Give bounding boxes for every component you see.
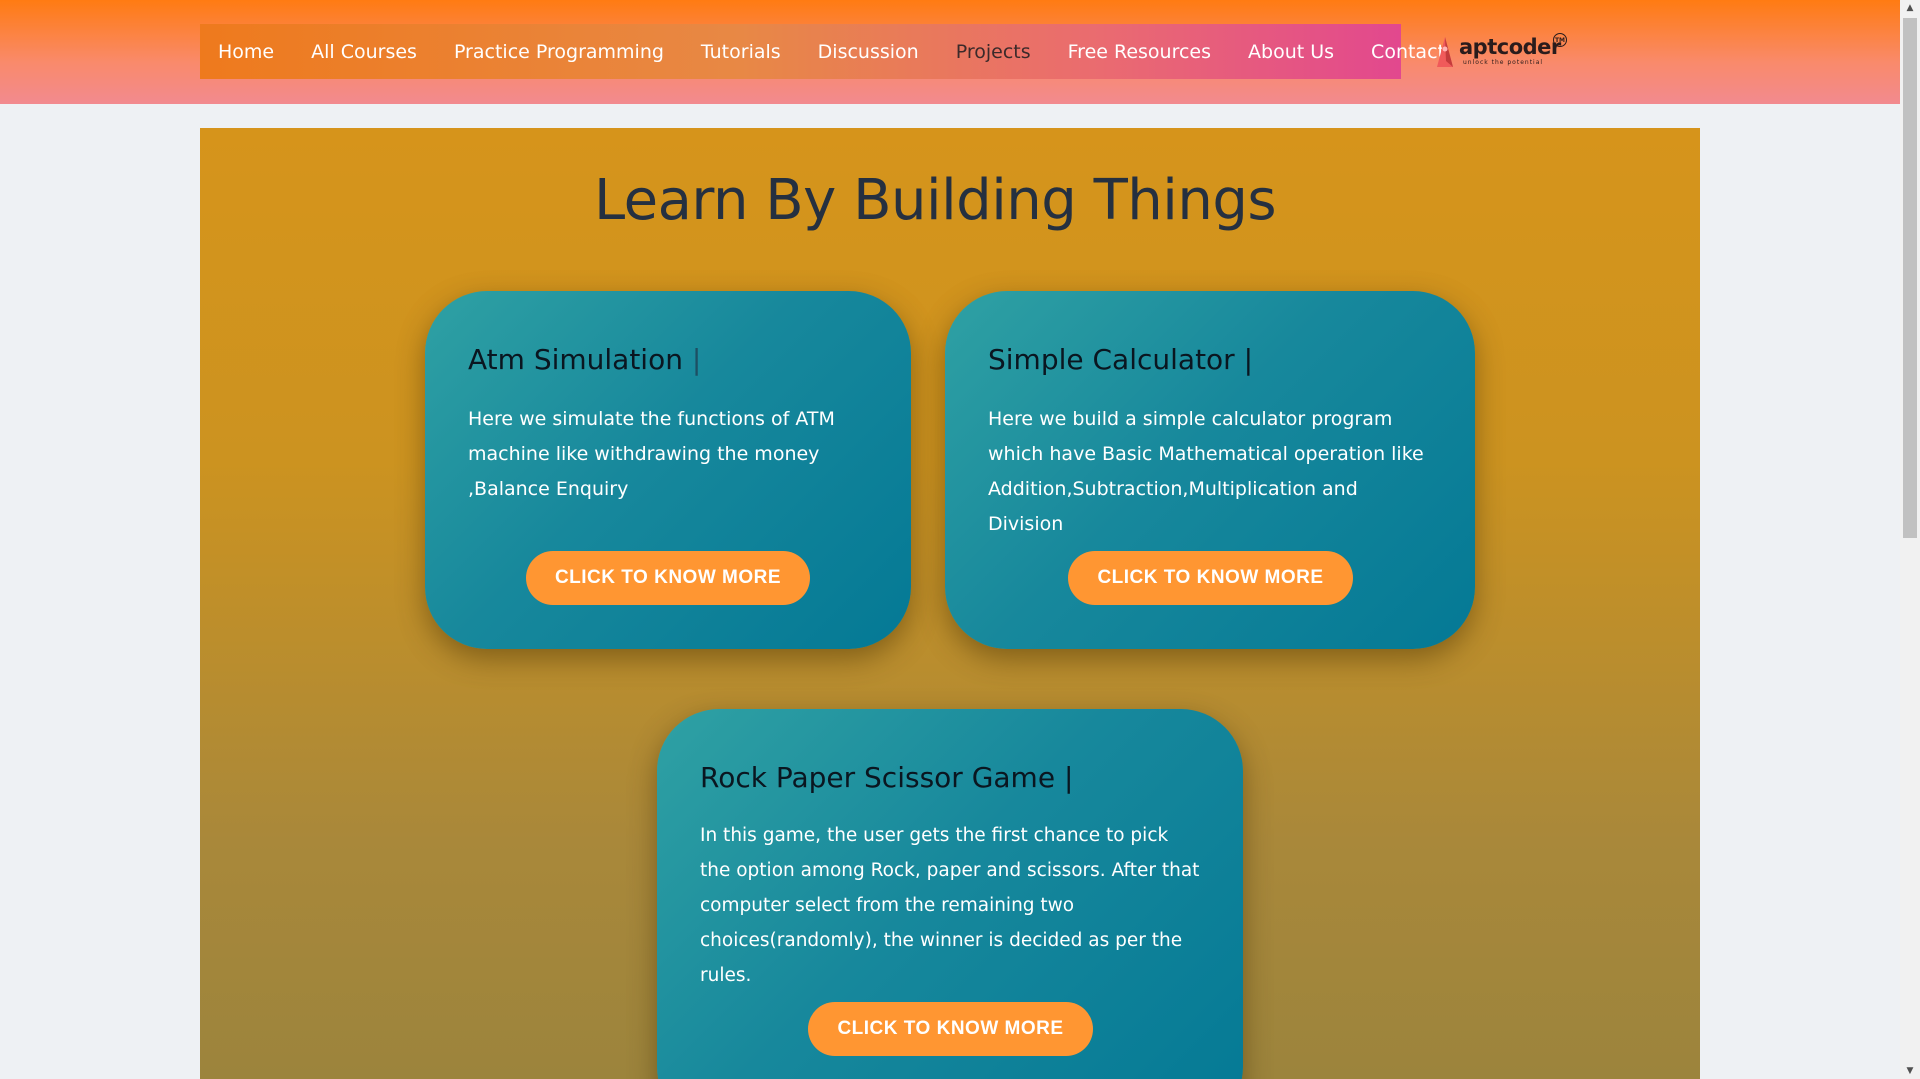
card-description: Here we build a simple calculator progra… [988,408,1424,535]
card-title-text: Simple Calculator [988,343,1235,376]
nav-item-projects[interactable]: Projects [956,41,1031,63]
scroll-up-arrow-icon[interactable]: ▲ [1900,0,1920,16]
know-more-button[interactable]: CLICK TO KNOW MORE [526,551,810,605]
logo-trademark: TM [1553,33,1567,47]
nav-item-all-courses[interactable]: All Courses [311,41,417,63]
scroll-down-arrow-icon[interactable]: ▼ [1900,1063,1920,1079]
main-nav: Home All Courses Practice Programming Tu… [200,24,1445,79]
logo-tagline: unlock the potential [1463,59,1544,66]
page: Home All Courses Practice Programming Tu… [0,0,1920,1079]
card-description: Here we simulate the functions of ATM ma… [468,408,835,500]
aptcoder-logo[interactable]: aptcoder TM unlock the potential [1433,33,1568,69]
project-card-calculator: Simple Calculator | Here we build a simp… [945,291,1475,649]
scrollbar-thumb[interactable] [1903,18,1917,538]
nav-item-free-resources[interactable]: Free Resources [1068,41,1211,63]
typing-cursor: | [691,343,702,376]
logo-text: aptcoder [1459,35,1561,59]
project-card-rock-paper-scissor: Rock Paper Scissor Game | In this game, … [657,709,1243,1079]
know-more-button[interactable]: CLICK TO KNOW MORE [1068,551,1353,605]
card-title: Simple Calculator | [988,343,1432,376]
page-scrollbar[interactable]: ▲ ▼ [1900,0,1920,1079]
card-title-text: Atm Simulation [468,343,683,376]
know-more-button[interactable]: CLICK TO KNOW MORE [808,1002,1093,1056]
nav-item-tutorials[interactable]: Tutorials [701,41,781,63]
rocket-icon [1437,37,1453,67]
typing-cursor: | [1063,761,1074,794]
nav-item-discussion[interactable]: Discussion [818,41,919,63]
card-title: Rock Paper Scissor Game | [700,761,1200,794]
project-card-atm: Atm Simulation | Here we simulate the fu… [425,291,911,649]
nav-item-home[interactable]: Home [218,41,274,63]
nav-item-practice-programming[interactable]: Practice Programming [454,41,664,63]
projects-section: Learn By Building Things Atm Simulation … [200,128,1700,1079]
card-title-text: Rock Paper Scissor Game [700,761,1056,794]
section-title: Learn By Building Things [593,168,1277,233]
card-title: Atm Simulation | [468,343,868,376]
site-header: Home All Courses Practice Programming Tu… [0,0,1900,104]
card-description: In this game, the user gets the first ch… [700,825,1200,986]
typing-cursor: | [1243,343,1254,376]
nav-item-about-us[interactable]: About Us [1248,41,1334,63]
